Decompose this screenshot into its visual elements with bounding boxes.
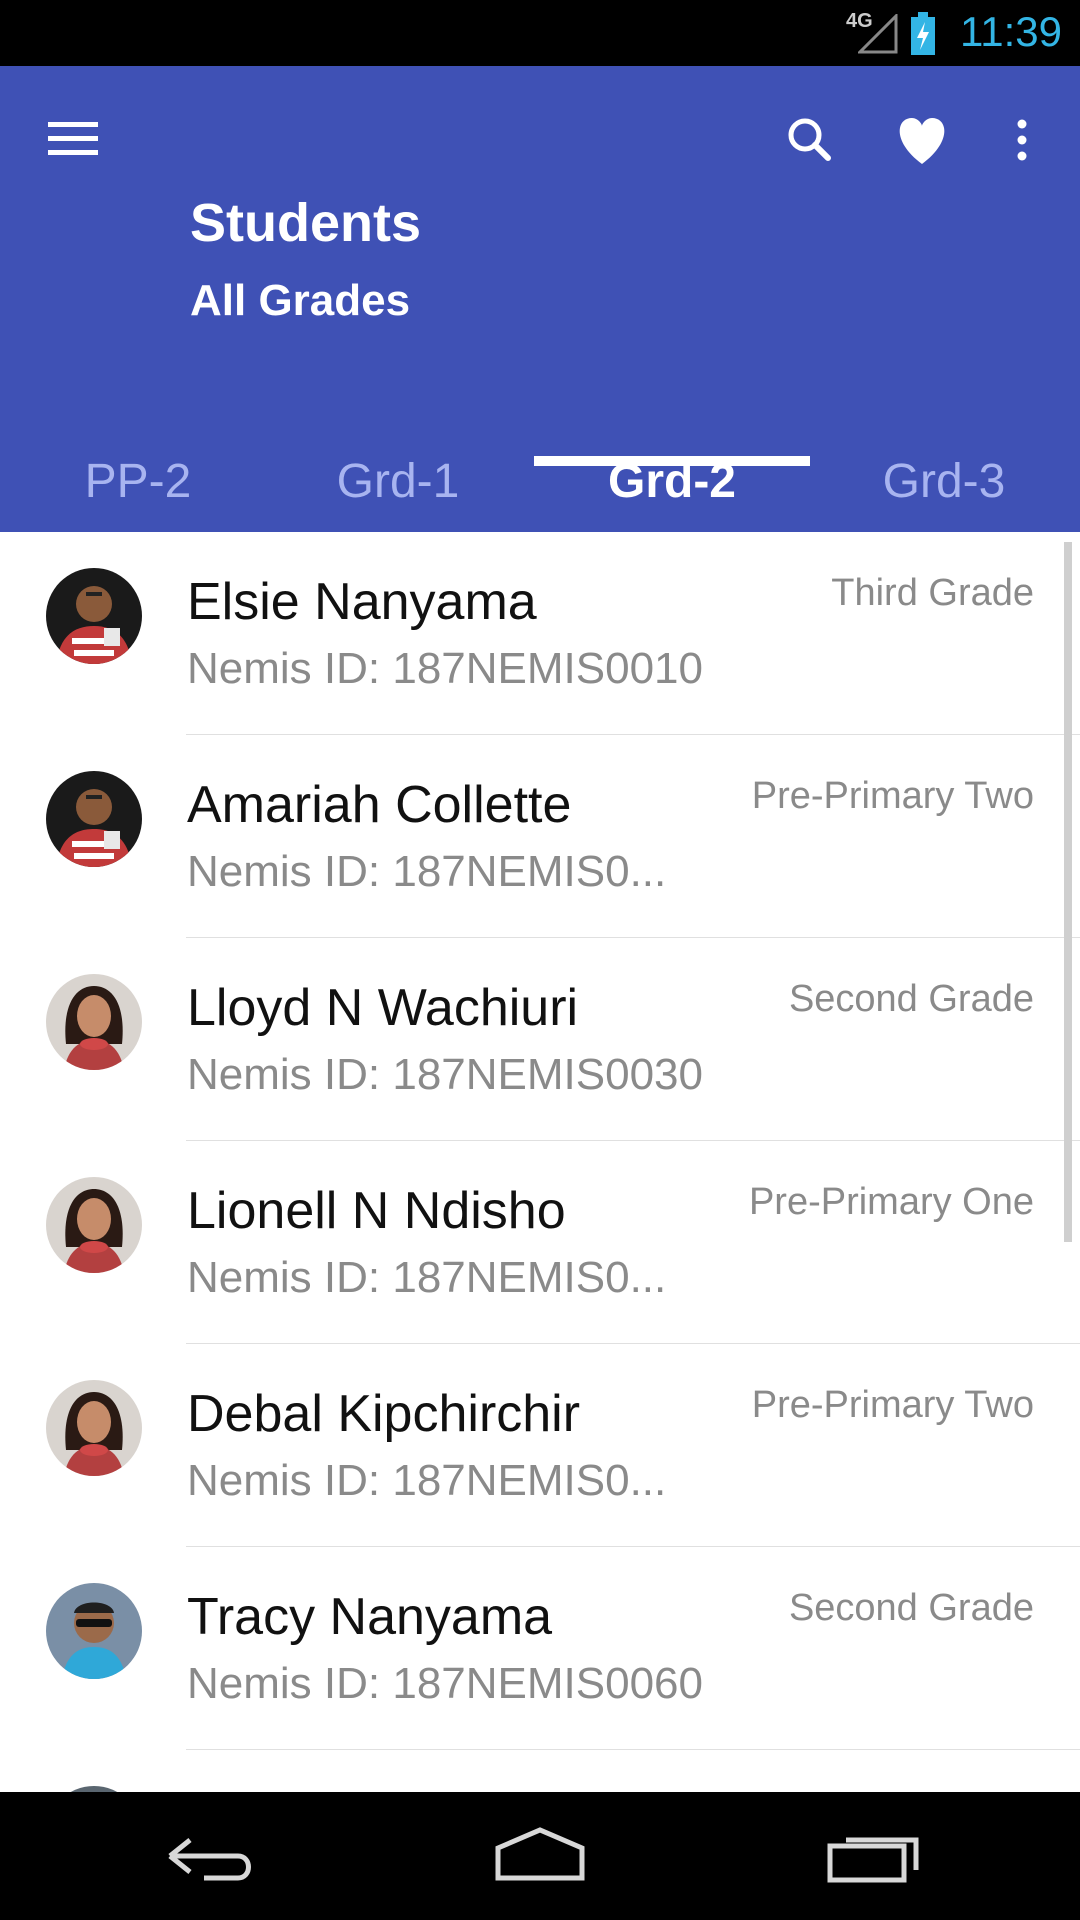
nemis-id: Nemis ID: 187NEMIS0... <box>187 1253 667 1302</box>
scrollbar[interactable] <box>1064 542 1072 1242</box>
student-row[interactable] <box>0 1750 1080 1792</box>
grade-label: Pre-Primary Two <box>751 1384 1034 1426</box>
search-icon <box>788 118 831 161</box>
more-vert-icon <box>1017 119 1027 161</box>
heart-icon <box>899 118 945 164</box>
nemis-id: Nemis ID: 187NEMIS0060 <box>187 1659 703 1708</box>
grade-label: Second Grade <box>788 978 1034 1020</box>
home-button[interactable] <box>490 1822 590 1886</box>
student-row[interactable]: Tracy Nanyama Nemis ID: 187NEMIS0060 Sec… <box>0 1547 1080 1750</box>
tab-indicator <box>534 456 810 466</box>
avatar-woman <box>46 1380 142 1476</box>
avatar-woman <box>46 974 142 1070</box>
student-list[interactable]: Elsie Nanyama Nemis ID: 187NEMIS0010 Thi… <box>0 532 1080 1792</box>
search-button[interactable] <box>770 100 850 180</box>
tab-pp-2[interactable]: PP-2 <box>0 436 276 532</box>
avatar-woman <box>46 1177 142 1273</box>
student-name: Tracy Nanyama <box>187 1588 553 1646</box>
grade-label: Third Grade <box>831 572 1034 614</box>
tab-grd-2[interactable]: Grd-2 <box>534 436 810 532</box>
nemis-id: Nemis ID: 187NEMIS0... <box>187 847 667 896</box>
grade-label: Pre-Primary One <box>748 1181 1034 1223</box>
avatar-man-sunglasses <box>46 1583 142 1679</box>
menu-button[interactable] <box>34 100 114 180</box>
menu-icon <box>48 122 98 155</box>
student-name: Amariah Collette <box>187 776 572 834</box>
student-row[interactable]: Debal Kipchirchir Nemis ID: 187NEMIS0...… <box>0 1344 1080 1547</box>
favorite-button[interactable] <box>882 100 962 180</box>
nemis-id: Nemis ID: 187NEMIS0010 <box>187 644 703 693</box>
student-name: Lionell N Ndisho <box>187 1182 566 1240</box>
page-subtitle: All Grades <box>190 276 411 325</box>
student-name: Lloyd N Wachiuri <box>187 979 579 1037</box>
student-name: Debal Kipchirchir <box>187 1385 581 1443</box>
page-title: Students <box>190 193 422 253</box>
recents-button[interactable] <box>826 1822 926 1886</box>
system-nav-bar <box>0 1792 1080 1920</box>
student-row[interactable]: Elsie Nanyama Nemis ID: 187NEMIS0010 Thi… <box>0 532 1080 735</box>
student-row[interactable]: Lloyd N Wachiuri Nemis ID: 187NEMIS0030 … <box>0 938 1080 1141</box>
grade-tabs: PP-2 Grd-1 Grd-2 Grd-3 <box>0 436 1080 532</box>
student-row[interactable]: Amariah Collette Nemis ID: 187NEMIS0... … <box>0 735 1080 938</box>
back-icon <box>168 1838 251 1881</box>
back-button[interactable] <box>160 1826 260 1886</box>
tab-grd-3[interactable]: Grd-3 <box>806 436 1080 532</box>
student-name: Elsie Nanyama <box>187 573 537 631</box>
nemis-id: Nemis ID: 187NEMIS0030 <box>187 1050 703 1099</box>
clock: 11:39 <box>960 8 1062 55</box>
avatar-man-red-shirt <box>46 568 142 664</box>
home-icon <box>495 1827 585 1881</box>
signal-icon <box>858 14 898 54</box>
tab-grd-1[interactable]: Grd-1 <box>260 436 536 532</box>
recents-icon <box>827 1837 919 1883</box>
status-bar: 4G 11:39 <box>0 0 1080 66</box>
grade-label: Second Grade <box>788 1587 1034 1629</box>
student-row[interactable]: Lionell N Ndisho Nemis ID: 187NEMIS0... … <box>0 1141 1080 1344</box>
grade-label: Pre-Primary Two <box>751 775 1034 817</box>
avatar-man-red-shirt <box>46 771 142 867</box>
battery-icon <box>911 12 935 55</box>
more-options-button[interactable] <box>1002 100 1042 180</box>
nemis-id: Nemis ID: 187NEMIS0... <box>187 1456 667 1505</box>
